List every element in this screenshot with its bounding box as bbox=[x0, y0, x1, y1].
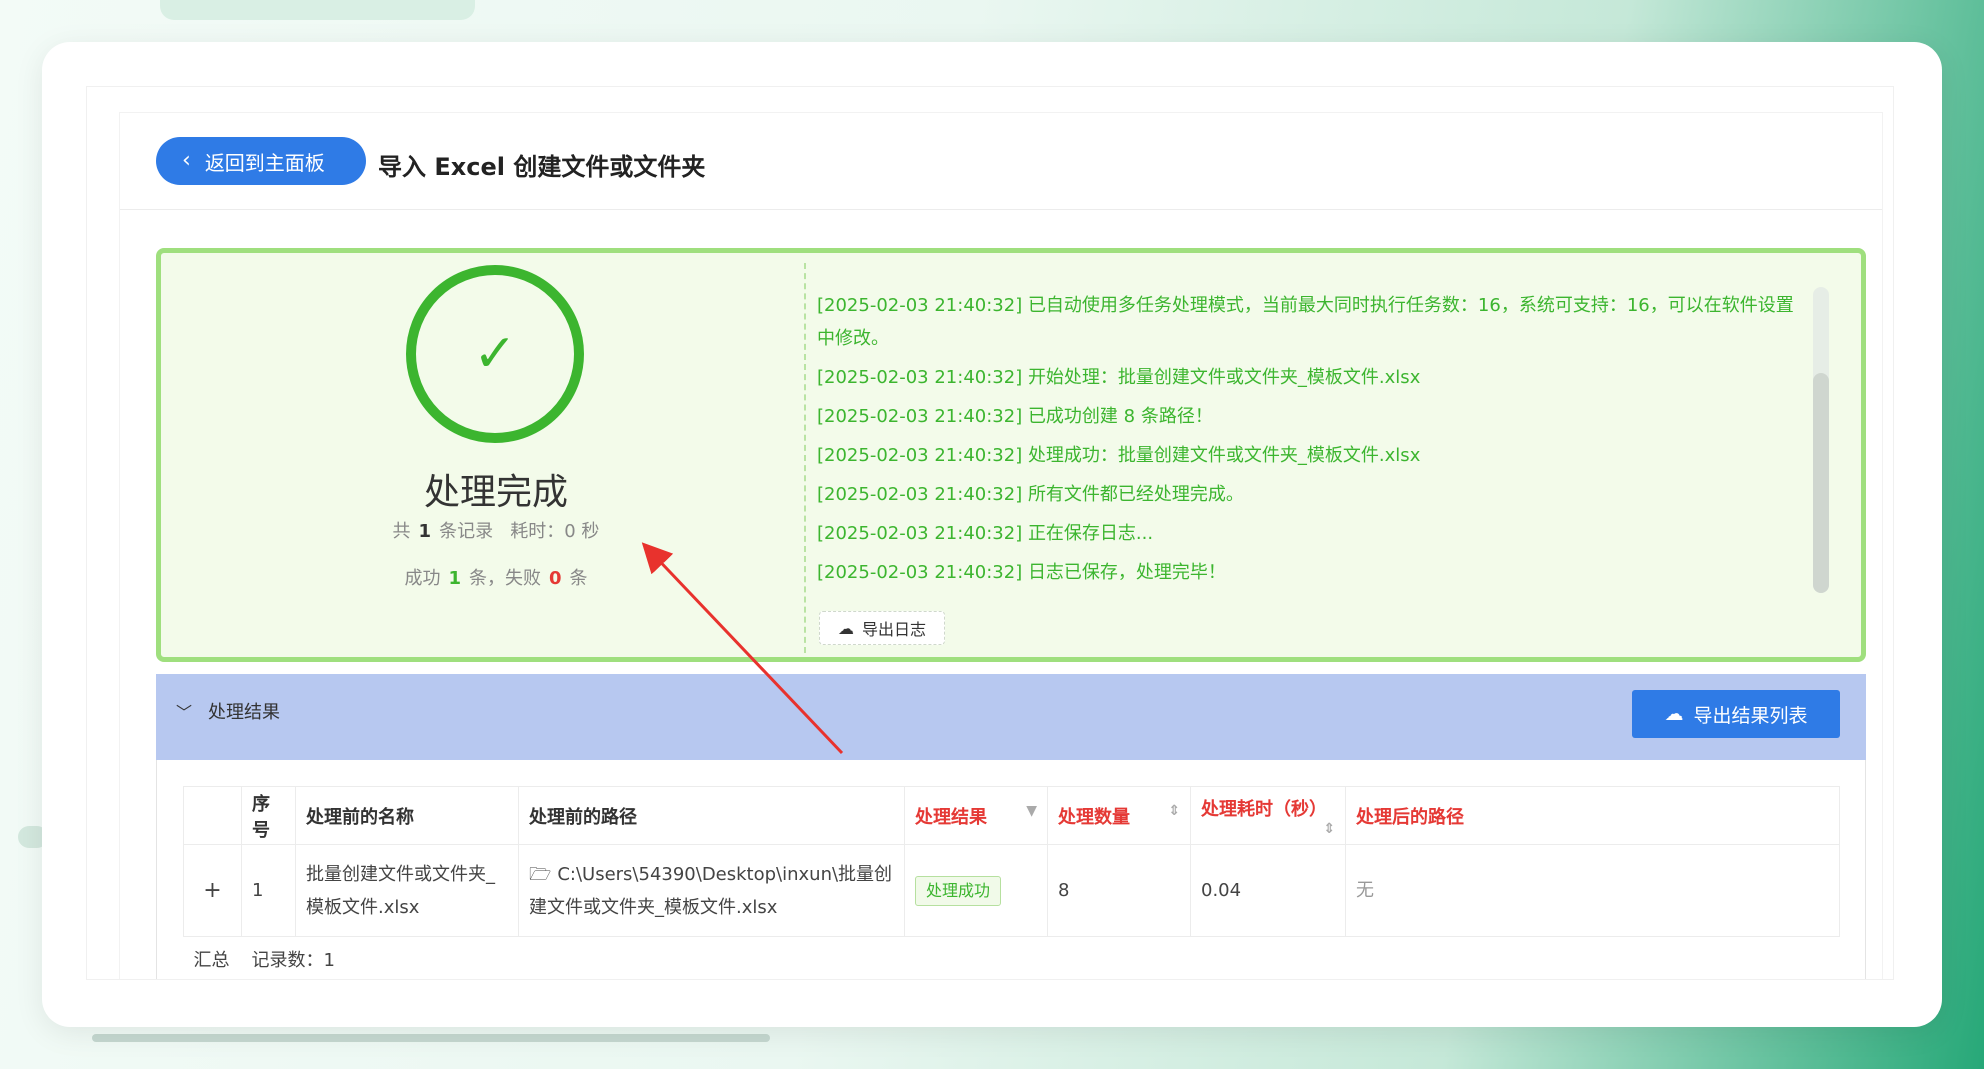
log-line: [2025-02-03 21:40:32] 日志已保存，处理完毕！ bbox=[817, 562, 1226, 583]
col-result-label: 处理结果 bbox=[915, 806, 987, 828]
export-log-button[interactable]: ☁ 导出日志 bbox=[819, 611, 945, 645]
table-header-row: 序号 处理前的名称 处理前的路径 处理结果 ▼ 处理数量 ⇕ 处理耗时（秒） ⇕… bbox=[183, 786, 1840, 845]
log-line: [2025-02-03 21:40:32] 正在保存日志... bbox=[817, 523, 1154, 544]
row-index: 1 bbox=[241, 844, 296, 937]
log-output: [2025-02-03 21:40:32] 已自动使用多任务处理模式，当前最大同… bbox=[817, 289, 1797, 599]
page-header: ‹ 返回到主面板 导入 Excel 创建文件或文件夹 bbox=[120, 113, 1882, 210]
fail-suffix: 条 bbox=[569, 568, 588, 589]
row-after-path: 无 bbox=[1345, 844, 1840, 937]
results-table: 序号 处理前的名称 处理前的路径 处理结果 ▼ 处理数量 ⇕ 处理耗时（秒） ⇕… bbox=[183, 786, 1840, 980]
success-circle: ✓ bbox=[406, 265, 584, 443]
col-index-header: 序号 bbox=[241, 786, 296, 845]
col-count-header[interactable]: 处理数量 ⇕ bbox=[1047, 786, 1191, 845]
import-page: ‹ 返回到主面板 导入 Excel 创建文件或文件夹 ✓ 处理完成 共 1 条记录 … bbox=[119, 112, 1883, 980]
sort-icon[interactable]: ⇕ bbox=[1323, 821, 1335, 837]
cloud-upload-icon: ☁ bbox=[837, 618, 854, 638]
cloud-upload-icon: ☁ bbox=[1664, 703, 1684, 725]
col-result-header[interactable]: 处理结果 ▼ bbox=[904, 786, 1048, 845]
status-title: 处理完成 bbox=[423, 472, 568, 513]
col-time-header[interactable]: 处理耗时（秒） ⇕ bbox=[1190, 786, 1346, 845]
row-result-cell: 处理成功 bbox=[904, 844, 1048, 937]
col-time-label: 处理耗时（秒） bbox=[1201, 798, 1327, 820]
row-path-cell: 🗁 C:\Users\54390\Desktop\inxun\批量创建文件或文件夹… bbox=[518, 844, 905, 937]
log-line: [2025-02-03 21:40:32] 开始处理：批量创建文件或文件夹_模板… bbox=[817, 367, 1421, 388]
content-frame: ‹ 返回到主面板 导入 Excel 创建文件或文件夹 ✓ 处理完成 共 1 条记录 … bbox=[86, 86, 1894, 980]
col-count-label: 处理数量 bbox=[1058, 806, 1130, 828]
col-path-header: 处理前的路径 bbox=[518, 786, 905, 845]
row-expand-button[interactable]: + bbox=[183, 844, 242, 937]
fail-count: 0 bbox=[549, 568, 562, 589]
row-name: 批量创建文件或文件夹_模板文件.xlsx bbox=[295, 844, 519, 937]
result-summary-panel: ✓ 处理完成 共 1 条记录 耗时：0 秒 成功 1 条，失败 0 条 [2025-02-0… bbox=[156, 248, 1866, 662]
log-line: [2025-02-03 21:40:32] 已成功创建 8 条路径！ bbox=[817, 406, 1213, 427]
folder-icon[interactable]: 🗁 bbox=[529, 864, 551, 885]
export-results-label: 导出结果列表 bbox=[1693, 704, 1808, 727]
success-fail-stats: 成功 1 条，失败 0 条 bbox=[321, 564, 671, 590]
sort-icon[interactable]: ⇕ bbox=[1168, 803, 1180, 819]
panel-divider bbox=[804, 263, 806, 653]
total-prefix: 共 bbox=[392, 521, 411, 542]
export-log-label: 导出日志 bbox=[861, 620, 926, 639]
success-count: 1 bbox=[448, 568, 461, 589]
total-stats: 共 1 条记录 耗时：0 秒 bbox=[321, 517, 671, 543]
row-path: C:\Users\54390\Desktop\inxun\批量创建文件或文件夹_… bbox=[529, 863, 893, 918]
success-prefix: 成功 bbox=[404, 568, 441, 589]
filter-icon[interactable]: ▼ bbox=[1026, 803, 1037, 819]
check-icon: ✓ bbox=[473, 324, 517, 384]
log-line: [2025-02-03 21:40:32] 所有文件都已经处理完成。 bbox=[817, 484, 1244, 505]
row-count: 8 bbox=[1047, 844, 1191, 937]
results-collapse-toggle[interactable]: ﹀ 处理结果 bbox=[176, 698, 280, 724]
app-window: ‹ 返回到主面板 导入 Excel 创建文件或文件夹 ✓ 处理完成 共 1 条记录 … bbox=[42, 42, 1942, 1027]
back-to-dashboard-button[interactable]: ‹ 返回到主面板 bbox=[156, 137, 366, 185]
log-scrollbar-thumb[interactable] bbox=[1813, 373, 1829, 593]
success-suffix: 条，失败 bbox=[469, 568, 541, 589]
export-results-button[interactable]: ☁ 导出结果列表 bbox=[1632, 690, 1840, 738]
col-after-path-header: 处理后的路径 bbox=[1345, 786, 1840, 845]
elapsed-time: 耗时：0 秒 bbox=[510, 521, 600, 542]
summary-row: 汇总 记录数：1 bbox=[184, 937, 1840, 980]
page-title: 导入 Excel 创建文件或文件夹 bbox=[378, 153, 706, 181]
chevron-down-icon: ﹀ bbox=[176, 703, 193, 722]
col-name-header: 处理前的名称 bbox=[295, 786, 519, 845]
horizontal-scrollbar[interactable] bbox=[92, 1034, 770, 1042]
back-button-label: 返回到主面板 bbox=[204, 150, 325, 175]
summary-value: 记录数：1 bbox=[251, 950, 335, 972]
col-expand-header bbox=[183, 786, 242, 845]
row-time: 0.04 bbox=[1190, 844, 1346, 937]
background-tab-shape bbox=[160, 0, 475, 20]
results-table-container: 序号 处理前的名称 处理前的路径 处理结果 ▼ 处理数量 ⇕ 处理耗时（秒） ⇕… bbox=[156, 760, 1866, 980]
chevron-left-icon: ‹ bbox=[182, 148, 191, 173]
log-line: [2025-02-03 21:40:32] 已自动使用多任务处理模式，当前最大同… bbox=[817, 295, 1794, 349]
results-section-label: 处理结果 bbox=[208, 702, 281, 723]
log-line: [2025-02-03 21:40:32] 处理成功：批量创建文件或文件夹_模板… bbox=[817, 445, 1421, 466]
status-badge: 处理成功 bbox=[915, 876, 1002, 906]
results-section-header: ﹀ 处理结果 ☁ 导出结果列表 bbox=[156, 674, 1866, 760]
total-count: 1 bbox=[418, 521, 432, 542]
summary-label: 汇总 bbox=[193, 950, 230, 972]
table-row: + 1 批量创建文件或文件夹_模板文件.xlsx 🗁 C:\Users\54390… bbox=[183, 844, 1840, 937]
total-suffix: 条记录 bbox=[439, 521, 494, 542]
